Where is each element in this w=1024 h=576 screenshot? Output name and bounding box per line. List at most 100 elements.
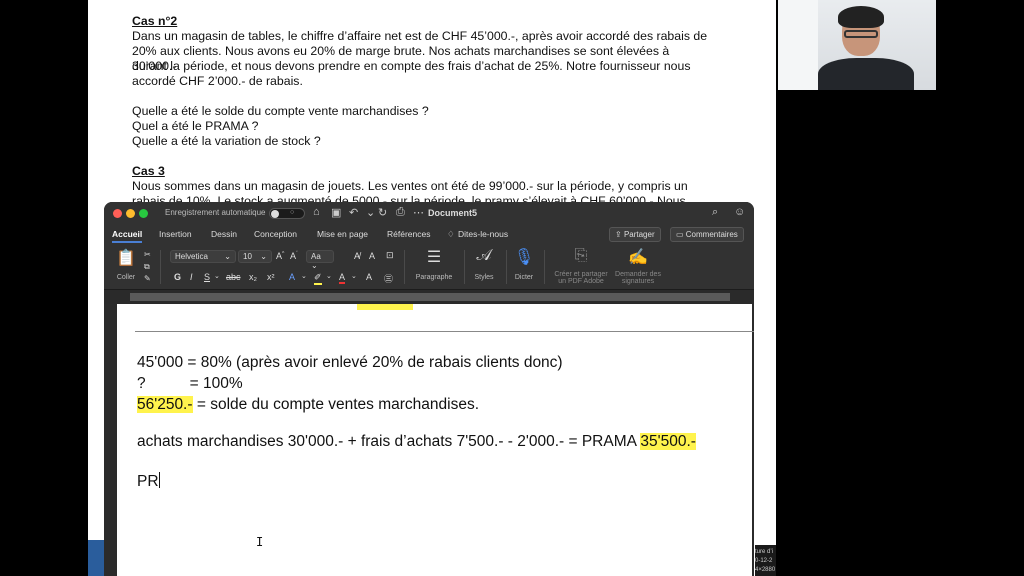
background-window-snippet: ture d’i 0-12-2 4×2880 [755,545,776,576]
comments-label: Commentaires [685,230,738,239]
paste-icon[interactable]: 📋 [114,248,138,268]
feedback-smiley-icon[interactable]: ☺ [734,206,745,218]
divider [404,250,405,284]
highlighted-value: 56'250.- [137,396,193,413]
font-name-select[interactable]: Helvetica ⌄ [170,250,236,263]
adobe-pdf-label-line: Créer et partager [554,271,608,278]
webcam-video [778,0,936,90]
doc-line: 45'000 = 80% (après avoir enlevé 20% de … [137,354,563,371]
minimize-window-button[interactable] [126,209,135,218]
zoom-window-button[interactable] [139,209,148,218]
save-icon[interactable]: ▣ [331,206,341,219]
share-button[interactable]: ⇪ Partager [609,227,661,242]
comments-button[interactable]: ▭ Commentaires [670,227,744,242]
more-icon[interactable]: ⋯ [413,206,424,219]
comment-icon: ▭ [676,230,686,239]
document-page[interactable]: 45'000 = 80% (après avoir enlevé 20% de … [117,304,754,576]
tab-tell-me[interactable]: Dites-le-nous [458,229,508,239]
cut-icon[interactable]: ✂ [144,250,151,259]
change-case-button[interactable]: Aa ⌄ [306,250,334,270]
document-title: Document5 [428,208,478,218]
tab-dessin[interactable]: Dessin [211,229,237,239]
share-icon: ⇪ [615,230,624,239]
doc-text: = solde du compte ventes marchandises. [192,396,480,413]
font-name-value: Helvetica [175,252,208,261]
subscript-button[interactable]: x₂ [249,272,257,282]
paragraph-label: Paragraphe [415,274,453,281]
paragraph-icon[interactable]: ☰ [420,247,448,267]
doc-text: = 100% [189,375,243,392]
enclose-characters-icon[interactable]: ㊂ [384,272,393,285]
autosave-toggle[interactable]: ○ [269,208,305,219]
chevron-down-icon[interactable]: ⌄ [351,272,357,280]
underline-button[interactable]: S [204,272,210,282]
chevron-down-icon[interactable]: ⌄ [214,272,220,280]
signature-label-line: signatures [621,278,655,285]
text-caret [158,472,160,488]
microphone-icon[interactable]: 🎙 [512,247,536,267]
question: Quelle a été le solde du compte vente ma… [132,104,429,118]
divider [464,250,465,284]
horizontal-rule [135,331,754,332]
question: Quel a été le PRAMA ? [132,119,259,133]
chevron-down-icon[interactable]: ⌄ [301,272,307,280]
styles-label: Styles [474,274,494,281]
adobe-pdf-icon[interactable]: ⎘ [569,247,593,265]
doc-line: 56'250.- = solde du compte ventes marcha… [137,396,479,414]
styles-icon[interactable]: 𝒜 [470,247,498,265]
chevron-down-icon[interactable]: ⌄ [326,272,332,280]
undo-icon[interactable]: ↶ [349,206,358,219]
doc-line: ? = 100% [137,375,243,393]
tab-mise-en-page[interactable]: Mise en page [317,229,368,239]
clear-formatting-icon[interactable]: A̸ [354,251,360,261]
italic-button[interactable]: I [190,272,193,282]
bold-button[interactable]: G [174,272,181,282]
webcam-person-body [818,58,914,90]
toggle-state-icon: ○ [290,209,295,216]
adobe-pdf-label-line: un PDF Adobe [558,278,604,285]
font-size-value: 10 [243,252,252,261]
character-border-icon[interactable]: ⊡ [386,250,394,261]
ibeam-cursor-icon: I [256,535,264,549]
highlight-color-icon[interactable]: ✐ [314,272,322,285]
case3-line: Nous sommes dans un magasin de jouets. L… [132,179,688,193]
divider [506,250,507,284]
font-effects-icon[interactable]: A [289,272,295,282]
text-effects-icon[interactable]: A [369,251,375,261]
shrink-font-icon[interactable]: Aˇ [290,251,298,261]
strikethrough-button[interactable]: abc [226,272,241,282]
copy-icon[interactable]: ⧉ [144,262,150,272]
doc-text: achats marchandises 30'000.- + frais d’a… [137,433,641,450]
case2-line: accordé CHF 2’000.- de rabais. [132,74,303,88]
font-size-select[interactable]: 10 ⌄ [238,250,272,263]
divider [160,250,161,284]
tab-insertion[interactable]: Insertion [159,229,192,239]
case2-title: Cas n°2 [132,14,178,28]
superscript-button[interactable]: x² [267,272,275,282]
doc-question-mark: ? [137,375,146,392]
ribbon: 📋 Coller ✂ ⧉ ✎ Helvetica ⌄ 10 ⌄ A^ Aˇ Aa ⌄… [104,244,754,290]
tab-conception[interactable]: Conception [254,229,297,239]
grow-font-icon[interactable]: A^ [276,251,284,261]
redo-icon[interactable]: ↻ [378,206,387,219]
tab-accueil[interactable]: Accueil [112,229,143,243]
format-painter-icon[interactable]: ✎ [144,274,151,283]
question: Quelle a été la variation de stock ? [132,134,321,148]
divider [544,250,545,284]
undo-dropdown-icon[interactable]: ⌄ [366,206,375,219]
close-window-button[interactable] [113,209,122,218]
ruler[interactable] [104,290,754,304]
webcam-person-glasses [844,30,878,38]
search-icon[interactable]: ⌕ [712,206,718,219]
font-color-icon[interactable]: A [339,272,346,284]
character-shading-icon[interactable]: A [366,272,372,282]
home-icon[interactable]: ⌂ [313,206,320,218]
paste-label: Coller [116,274,136,281]
print-icon[interactable]: ⎙ [396,206,405,219]
snippet-text: 0-12-2 [755,558,773,564]
tab-references[interactable]: Références [387,229,430,239]
case2-line: durant la période, et nous devons prendr… [132,59,691,73]
doc-line: achats marchandises 30'000.- + frais d’a… [137,433,696,451]
request-signature-label: Demander des signatures [610,271,666,285]
request-signature-icon[interactable]: ✍ [626,247,650,267]
